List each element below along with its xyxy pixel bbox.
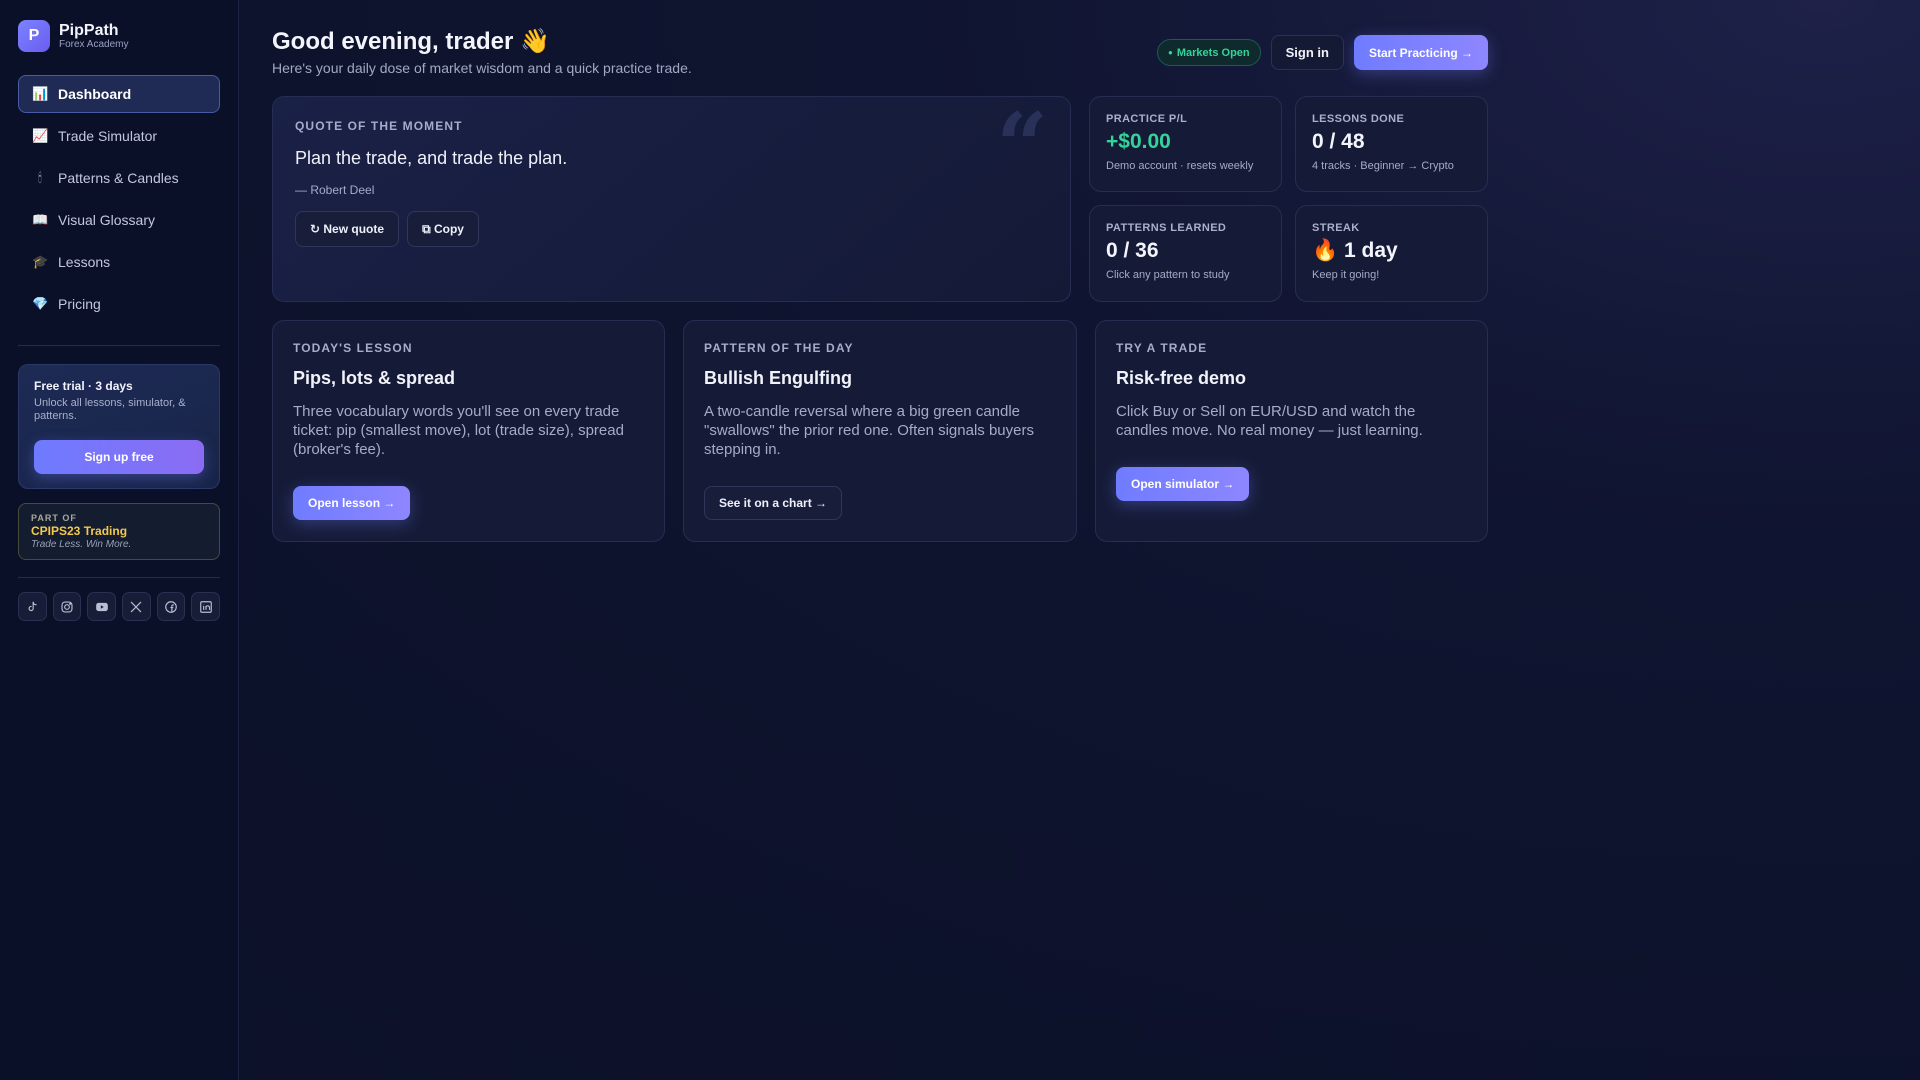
stat-subtext: Click any pattern to study [1106,269,1230,281]
quote-actions: ↻ New quote ⧉ Copy [295,211,1048,247]
stat-subtext: Keep it going! [1312,269,1380,281]
header-actions: ● Markets Open Sign in Start Practicing … [1157,35,1488,70]
feature-label: TODAY'S LESSON [293,341,413,355]
sidebar-item-label: Pricing [58,296,101,312]
candle-icon: 🕯 [38,170,42,185]
stat-label: STREAK [1312,222,1360,234]
part-of-label: PART OF [31,513,77,523]
part-of-card[interactable]: PART OF CPIPS23 Trading Trade Less. Win … [18,503,220,560]
sidebar-item-label: Patterns & Candles [58,170,179,186]
stat-label: LESSONS DONE [1312,113,1405,125]
trial-card: Free trial · 3 days Unlock all lessons, … [18,364,220,489]
stat-label: PRACTICE P/L [1106,113,1188,125]
part-of-name: CPIPS23 Trading [31,524,128,538]
pattern-of-day-card: PATTERN OF THE DAY Bullish Engulfing A t… [683,320,1077,542]
quote-mark-icon: “ [996,93,1048,199]
brand-logo: P [18,20,50,52]
stat-subtext: Demo account · resets weekly [1106,160,1254,172]
sidebar-item-pricing[interactable]: 💎 Pricing [18,285,220,323]
trial-title: Free trial · 3 days [34,379,133,393]
stat-value: 0 / 36 [1106,239,1159,262]
sidebar: P PipPath Forex Academy 📊 Dashboard 📈 Tr… [0,0,239,1080]
feature-title: Pips, lots & spread [293,368,456,388]
open-lesson-button[interactable]: Open lesson → [293,486,411,520]
youtube-icon[interactable] [87,592,117,621]
quote-label: QUOTE OF THE MOMENT [295,119,463,133]
brand[interactable]: P PipPath Forex Academy [18,20,220,52]
stat-value: 0 / 48 [1312,130,1365,153]
quote-card: “ QUOTE OF THE MOMENT Plan the trade, an… [272,96,1071,302]
sign-up-free-button[interactable]: Sign up free [34,440,204,474]
sidebar-item-dashboard[interactable]: 📊 Dashboard [18,75,220,113]
sidebar-item-label: Lessons [58,254,111,270]
copy-quote-button[interactable]: ⧉ Copy [407,211,479,247]
brand-subtitle: Forex Academy [59,39,129,50]
quote-author: — Robert Deel [295,183,375,197]
feature-description: Three vocabulary words you'll see on eve… [293,403,624,458]
stat-label: PATTERNS LEARNED [1106,222,1227,234]
feature-label: PATTERN OF THE DAY [704,341,854,355]
tiktok-icon[interactable] [18,592,47,621]
stat-value: 🔥 1 day [1312,239,1398,262]
graduation-cap-icon: 🎓 [32,254,49,269]
sidebar-item-patterns[interactable]: 🕯 Patterns & Candles [18,159,220,197]
feature-description: A two-candle reversal where a big green … [704,403,1034,458]
main-content: Good evening, trader 👋 Here's your daily… [272,0,1488,542]
page-title: Good evening, trader 👋 [272,28,550,55]
page-header: Good evening, trader 👋 Here's your daily… [272,0,1488,96]
new-quote-button[interactable]: ↻ New quote [295,211,400,247]
sidebar-item-trade-simulator[interactable]: 📈 Trade Simulator [18,117,220,155]
start-practicing-button[interactable]: Start Practicing → [1353,35,1488,70]
book-icon: 📖 [32,212,49,227]
sign-in-button[interactable]: Sign in [1270,35,1344,70]
sidebar-item-lessons[interactable]: 🎓 Lessons [18,243,220,281]
feature-description: Click Buy or Sell on EUR/USD and watch t… [1116,403,1423,439]
trend-chart-icon: 📈 [32,128,49,143]
market-status-label: Markets Open [1176,46,1250,59]
bar-chart-icon: 📊 [32,86,49,101]
socials-divider [18,577,220,578]
instagram-icon[interactable] [52,592,82,621]
linkedin-icon[interactable] [191,592,221,621]
facebook-icon[interactable] [156,592,186,621]
feature-label: TRY A TRADE [1116,341,1208,355]
market-status-badge: ● Markets Open [1157,39,1261,66]
open-simulator-button[interactable]: Open simulator → [1116,467,1250,501]
stat-card-lessons-done: LESSONS DONE 0 / 48 4 tracks · Beginner … [1295,96,1488,192]
try-a-trade-card: TRY A TRADE Risk-free demo Click Buy or … [1095,320,1488,542]
feature-title: Risk-free demo [1116,368,1247,388]
stat-card-patterns-learned: PATTERNS LEARNED 0 / 36 Click any patter… [1089,205,1282,302]
sidebar-item-glossary[interactable]: 📖 Visual Glossary [18,201,220,239]
sidebar-divider [18,345,220,346]
quote-text: Plan the trade, and trade the plan. [295,148,568,168]
stat-subtext: 4 tracks · Beginner → Crypto [1312,160,1454,172]
page-subtitle: Here's your daily dose of market wisdom … [272,60,692,76]
brand-name: PipPath [59,22,119,39]
sidebar-item-label: Visual Glossary [58,212,156,228]
stat-card-streak: STREAK 🔥 1 day Keep it going! [1295,205,1488,302]
todays-lesson-card: TODAY'S LESSON Pips, lots & spread Three… [272,320,665,542]
feature-title: Bullish Engulfing [704,368,852,388]
see-on-chart-button[interactable]: See it on a chart → [704,486,843,520]
trial-description: Unlock all lessons, simulator, & pattern… [34,397,186,422]
social-links [18,592,221,621]
stat-value: +$0.00 [1106,130,1171,153]
diamond-icon: 💎 [32,296,49,311]
sidebar-nav: 📊 Dashboard 📈 Trade Simulator 🕯 Patterns… [18,75,220,323]
sidebar-item-label: Dashboard [58,86,132,102]
stat-card-practice-pl: PRACTICE P/L +$0.00 Demo account · reset… [1089,96,1282,192]
x-icon[interactable] [122,592,151,621]
part-of-tagline: Trade Less. Win More. [31,539,132,550]
sidebar-item-label: Trade Simulator [58,128,158,144]
status-dot-icon: ● [1168,48,1173,57]
